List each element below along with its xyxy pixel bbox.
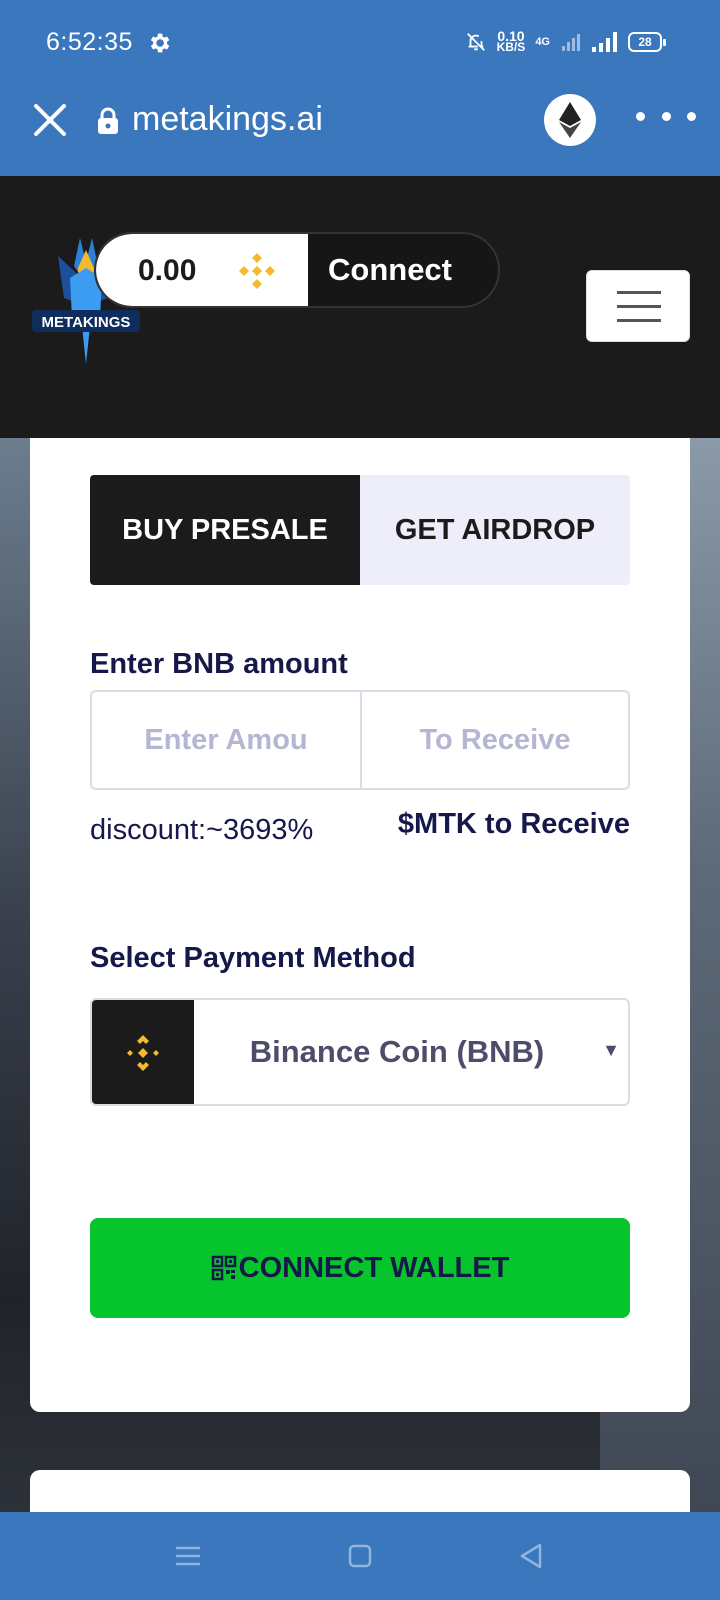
battery-icon: 28 [628,32,666,52]
status-bar: 6:52:35 0.10 KB/S 4G 28 [0,0,720,88]
bnb-icon [239,253,275,289]
status-icons: 0.10 KB/S 4G 28 [465,26,666,58]
more-icon[interactable] [636,112,696,124]
payment-icon-box [92,1000,194,1104]
signal-icon [592,32,617,52]
payment-selected-value: Binance Coin (BNB) [249,1034,545,1069]
connect-button[interactable]: Connect [328,252,452,288]
amount-inputs [90,690,630,790]
caret-down-icon: ▼ [602,1040,620,1060]
home-icon[interactable] [348,1544,372,1568]
network-type: 4G [535,36,550,48]
qr-code-icon [211,1255,236,1281]
tabs: BUY PRESALE GET AIRDROP [90,475,630,585]
discount-text: discount:~3693% [90,814,314,846]
mtk-receive-label: $MTK to Receive [397,808,630,840]
signal-dim-icon [562,34,580,51]
back-icon[interactable] [518,1542,544,1570]
bnb-icon [127,1035,159,1071]
url-text[interactable]: metakings.ai [132,100,323,139]
recent-apps-icon[interactable] [174,1544,202,1568]
net-speed: 0.10 KB/S [496,28,526,54]
ethereum-wallet-button[interactable] [544,94,596,146]
hamburger-menu-button[interactable] [586,270,690,342]
bell-muted-icon [466,33,485,51]
bnb-amount-input[interactable] [92,692,360,788]
tab-buy-presale[interactable]: BUY PRESALE [90,475,360,585]
amount-label: Enter BNB amount [90,648,348,680]
balance-value: 0.00 [138,254,197,287]
receive-amount-input[interactable] [362,692,628,788]
close-icon[interactable] [32,102,68,138]
connect-wallet-label: CONNECT WALLET [238,1251,510,1284]
connect-wallet-button[interactable]: CONNECT WALLET [90,1218,630,1318]
svg-text:METAKINGS: METAKINGS [42,314,131,331]
wallet-connect-pill[interactable]: 0.00 Connect [94,232,500,308]
payment-method-select[interactable]: Binance Coin (BNB) ▼ [90,998,630,1106]
tab-get-airdrop[interactable]: GET AIRDROP [360,475,630,585]
settings-gear-icon [150,33,170,53]
wallet-balance: 0.00 [96,234,308,306]
status-time: 6:52:35 [46,28,133,56]
ethereum-icon [559,102,581,138]
payment-method-label: Select Payment Method [90,942,416,974]
lock-icon [98,107,118,134]
